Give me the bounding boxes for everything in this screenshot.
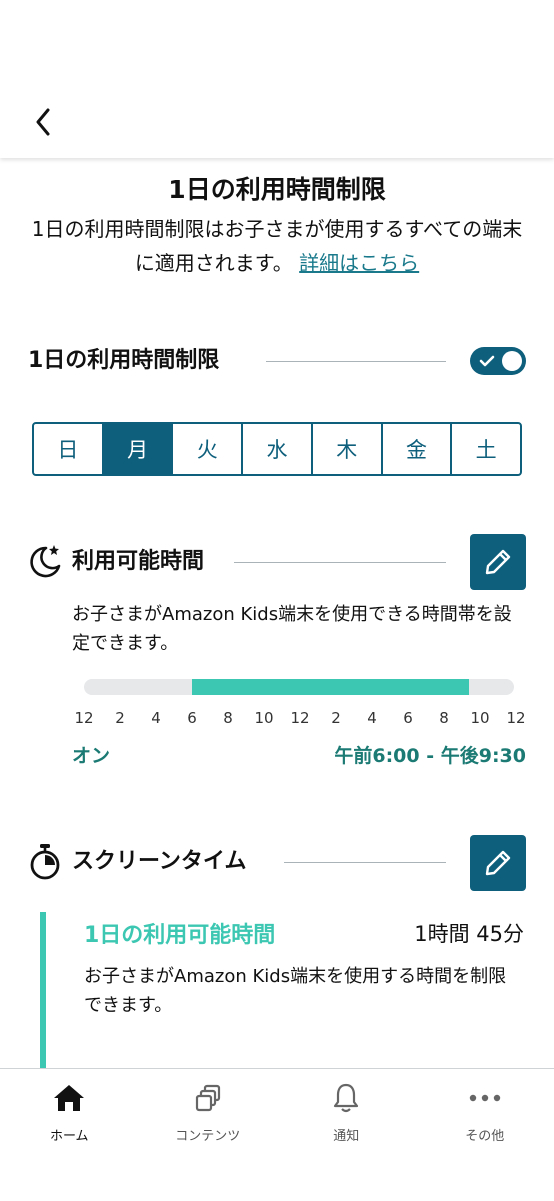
timeline-tick: 10 [462,709,498,727]
timeline-tick: 2 [102,709,138,727]
check-icon [478,352,496,370]
intro-text: 1日の利用時間制限はお子さまが使用するすべての端末に適用されます。 詳細はこちら [24,212,530,280]
day-thursday[interactable]: 木 [313,424,383,474]
timeline-tick: 10 [246,709,282,727]
nav-home[interactable]: ホーム [0,1069,139,1201]
nav-notifications[interactable]: 通知 [277,1069,416,1201]
available-time-title: 利用可能時間 [72,542,204,582]
daily-limit-toggle[interactable] [470,347,526,375]
bottom-navigation: ホーム コンテンツ 通知 その他 [0,1068,554,1201]
nav-content[interactable]: コンテンツ [139,1069,278,1201]
nav-content-label: コンテンツ [175,1125,240,1144]
bell-icon [331,1082,361,1114]
timeline-ticks: 122468101224681012 [66,709,534,729]
nav-more[interactable]: その他 [416,1069,554,1201]
available-time-row: 利用可能時間 [28,542,528,582]
pencil-icon [483,547,513,577]
divider [284,862,446,863]
toggle-knob [502,351,522,371]
day-wednesday[interactable]: 水 [243,424,313,474]
day-monday[interactable]: 月 [104,424,174,474]
time-range-bar [84,679,514,695]
timeline-tick: 12 [498,709,534,727]
timeline-tick: 8 [426,709,462,727]
time-range-fill [192,679,470,695]
content-icon [193,1083,223,1113]
daily-limit-title: 1日の利用時間制限 [28,341,219,381]
timeline-tick: 12 [66,709,102,727]
app-header [0,0,554,158]
back-button[interactable] [26,100,66,144]
pencil-icon [483,848,513,878]
timeline-tick: 4 [138,709,174,727]
available-time-status: オン [72,741,110,768]
page-title: 1日の利用時間制限 [0,170,554,206]
timeline-tick: 6 [174,709,210,727]
day-sunday[interactable]: 日 [34,424,104,474]
nav-more-label: その他 [465,1125,504,1144]
daily-available-time-value: 1時間 45分 [414,918,524,948]
timeline-tick: 2 [318,709,354,727]
chevron-left-icon [26,100,66,144]
nav-notifications-label: 通知 [333,1125,359,1144]
daily-available-time-title: 1日の利用可能時間 [84,917,275,949]
home-icon [52,1083,86,1113]
day-tuesday[interactable]: 火 [173,424,243,474]
intro-description: 1日の利用時間制限はお子さまが使用するすべての端末に適用されます。 [32,217,523,275]
day-friday[interactable]: 金 [383,424,453,474]
timeline-tick: 12 [282,709,318,727]
timeline-tick: 4 [354,709,390,727]
timeline-tick: 8 [210,709,246,727]
more-icon [468,1093,502,1103]
day-saturday[interactable]: 土 [452,424,520,474]
nav-home-label: ホーム [50,1125,89,1144]
divider [234,562,446,563]
screen-time-description: お子さまがAmazon Kids端末を使用する時間を制限できます。 [84,962,524,1020]
edit-available-time-button[interactable] [470,534,526,590]
day-selector: 日 月 火 水 木 金 土 [32,422,522,476]
screen-time-row: スクリーンタイム [28,842,528,882]
accent-bar [40,912,46,1068]
timeline-tick: 6 [390,709,426,727]
details-link[interactable]: 詳細はこちら [299,251,419,275]
edit-screen-time-button[interactable] [470,835,526,891]
available-time-range: 午前6:00 - 午後9:30 [334,741,526,768]
daily-limit-row: 1日の利用時間制限 [28,341,528,381]
divider [266,361,446,362]
available-time-description: お子さまがAmazon Kids端末を使用できる時間帯を設定できます。 [72,600,528,658]
screen-time-title: スクリーンタイム [72,842,246,882]
